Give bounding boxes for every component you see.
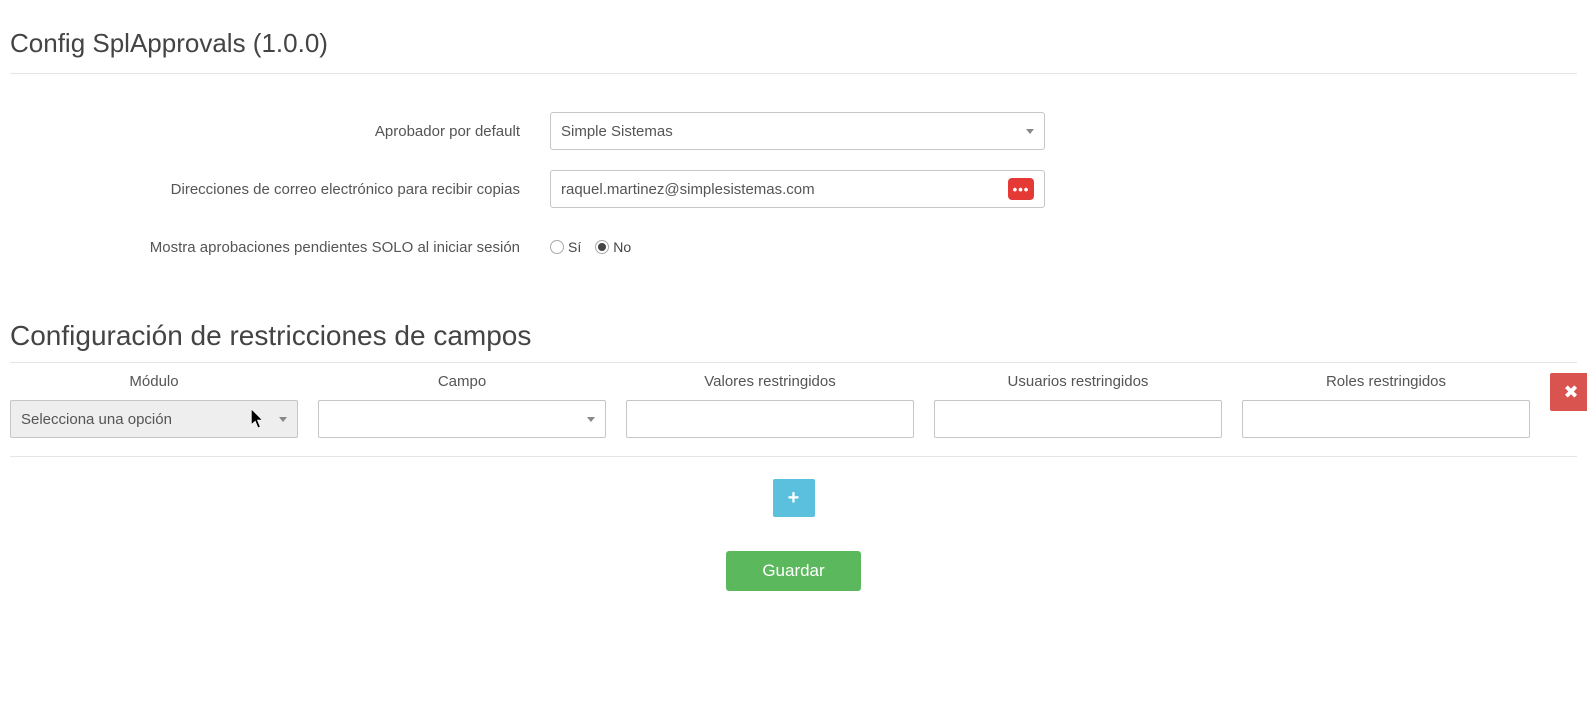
- close-icon: ✖: [1563, 382, 1578, 403]
- field-select[interactable]: [318, 400, 606, 438]
- emails-label: Direcciones de correo electrónico para r…: [10, 181, 520, 198]
- plus-icon: +: [788, 487, 800, 510]
- header-users: Usuarios restringidos: [934, 373, 1222, 390]
- section-title: Configuración de restricciones de campos: [10, 316, 1577, 363]
- approver-select-value: Simple Sistemas: [561, 123, 673, 140]
- radio-no[interactable]: No: [595, 239, 631, 255]
- header-field: Campo: [318, 373, 606, 390]
- module-select-value: Selecciona una opción: [21, 411, 172, 428]
- delete-row-button[interactable]: ✖: [1550, 373, 1587, 411]
- approver-select[interactable]: Simple Sistemas: [550, 112, 1045, 150]
- chevron-down-icon: [279, 417, 287, 422]
- chevron-down-icon: [1026, 129, 1034, 134]
- save-button[interactable]: Guardar: [726, 551, 860, 591]
- values-input[interactable]: [626, 400, 914, 438]
- emails-input-wrap[interactable]: •••: [550, 170, 1045, 208]
- roles-input[interactable]: [1242, 400, 1530, 438]
- radio-no-dot: [595, 240, 609, 254]
- approver-label: Aprobador por default: [10, 123, 520, 140]
- pending-label: Mostra aprobaciones pendientes SOLO al i…: [10, 239, 520, 256]
- header-module: Módulo: [10, 373, 298, 390]
- restriction-row: Módulo Selecciona una opción Campo Valor…: [10, 363, 1577, 457]
- more-icon[interactable]: •••: [1008, 178, 1034, 200]
- chevron-down-icon: [587, 417, 595, 422]
- header-roles: Roles restringidos: [1242, 373, 1530, 390]
- radio-no-label: No: [613, 239, 631, 255]
- radio-yes[interactable]: Sí: [550, 239, 581, 255]
- radio-yes-label: Sí: [568, 239, 581, 255]
- emails-input[interactable]: [561, 181, 1008, 198]
- users-input[interactable]: [934, 400, 1222, 438]
- radio-yes-dot: [550, 240, 564, 254]
- header-values: Valores restringidos: [626, 373, 914, 390]
- page-title: Config SplApprovals (1.0.0): [10, 10, 1577, 74]
- module-select[interactable]: Selecciona una opción: [10, 400, 298, 438]
- add-row-button[interactable]: +: [773, 479, 815, 517]
